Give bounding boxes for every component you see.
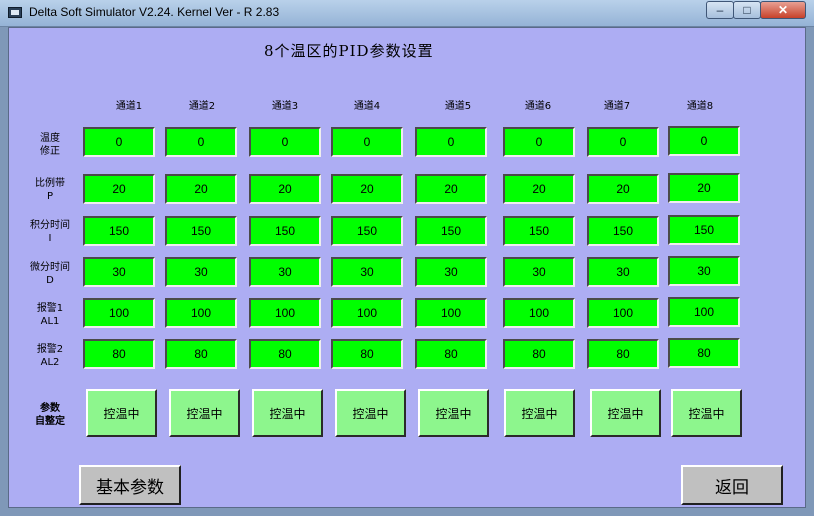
window-title: Delta Soft Simulator V2.24. Kernel Ver -… [29, 5, 280, 19]
row-label-alarm1: 报警1 AL1 [36, 303, 64, 327]
row-label-integral: 积分时间 I [30, 220, 70, 244]
value-cell[interactable]: 150 [165, 216, 237, 246]
value-cell[interactable]: 150 [249, 216, 321, 246]
value-cell[interactable]: 100 [165, 298, 237, 328]
value-cell[interactable]: 100 [587, 298, 659, 328]
value-cell[interactable]: 20 [83, 174, 155, 204]
value-cell[interactable]: 20 [249, 174, 321, 204]
value-cell[interactable]: 80 [249, 339, 321, 369]
value-cell[interactable]: 30 [587, 257, 659, 287]
autotune-button-ch5[interactable]: 控温中 [418, 389, 489, 437]
value-cell[interactable]: 0 [165, 127, 237, 157]
value-cell[interactable]: 100 [249, 298, 321, 328]
column-header-1: 通道1 [115, 101, 143, 112]
value-cell[interactable]: 30 [415, 257, 487, 287]
value-cell[interactable]: 100 [415, 298, 487, 328]
value-cell[interactable]: 80 [587, 339, 659, 369]
value-cell[interactable]: 150 [83, 216, 155, 246]
close-button[interactable]: ✕ [760, 1, 806, 19]
value-cell[interactable]: 20 [165, 174, 237, 204]
value-cell[interactable]: 80 [668, 338, 740, 368]
value-cell[interactable]: 0 [668, 126, 740, 156]
column-header-7: 通道7 [603, 101, 631, 112]
basic-params-button[interactable]: 基本参数 [79, 465, 181, 505]
value-cell[interactable]: 100 [83, 298, 155, 328]
value-cell[interactable]: 0 [503, 127, 575, 157]
column-header-4: 通道4 [353, 101, 381, 112]
value-cell[interactable]: 0 [415, 127, 487, 157]
row-label-proportional: 比例带 P [35, 178, 65, 202]
column-header-6: 通道6 [524, 101, 552, 112]
minimize-button[interactable]: – [706, 1, 734, 19]
value-cell[interactable]: 0 [249, 127, 321, 157]
row-label-alarm2: 报警2 AL2 [36, 344, 64, 368]
value-cell[interactable]: 80 [83, 339, 155, 369]
autotune-button-ch1[interactable]: 控温中 [86, 389, 157, 437]
back-button[interactable]: 返回 [681, 465, 783, 505]
column-header-3: 通道3 [271, 101, 299, 112]
value-cell[interactable]: 80 [331, 339, 403, 369]
row-label-derivative: 微分时间 D [30, 262, 70, 286]
autotune-button-ch7[interactable]: 控温中 [590, 389, 661, 437]
value-cell[interactable]: 0 [331, 127, 403, 157]
autotune-button-ch6[interactable]: 控温中 [504, 389, 575, 437]
value-cell[interactable]: 30 [249, 257, 321, 287]
value-cell[interactable]: 80 [165, 339, 237, 369]
value-cell[interactable]: 30 [165, 257, 237, 287]
row-label-autotune: 参数 自整定 [35, 403, 65, 427]
autotune-button-ch3[interactable]: 控温中 [252, 389, 323, 437]
value-cell[interactable]: 0 [587, 127, 659, 157]
value-cell[interactable]: 150 [587, 216, 659, 246]
autotune-button-ch2[interactable]: 控温中 [169, 389, 240, 437]
row-label-temp-offset: 温度 修正 [40, 133, 60, 157]
value-cell[interactable]: 100 [503, 298, 575, 328]
value-cell[interactable]: 20 [331, 174, 403, 204]
value-cell[interactable]: 150 [503, 216, 575, 246]
value-cell[interactable]: 0 [83, 127, 155, 157]
value-cell[interactable]: 20 [415, 174, 487, 204]
value-cell[interactable]: 30 [331, 257, 403, 287]
value-cell[interactable]: 20 [668, 173, 740, 203]
value-cell[interactable]: 80 [503, 339, 575, 369]
value-cell[interactable]: 30 [503, 257, 575, 287]
maximize-button[interactable]: □ [733, 1, 761, 19]
value-cell[interactable]: 30 [668, 256, 740, 286]
value-cell[interactable]: 20 [503, 174, 575, 204]
value-cell[interactable]: 100 [668, 297, 740, 327]
column-header-5: 通道5 [444, 101, 472, 112]
autotune-button-ch4[interactable]: 控温中 [335, 389, 406, 437]
value-cell[interactable]: 150 [331, 216, 403, 246]
value-cell[interactable]: 30 [83, 257, 155, 287]
client-area: 8个温区的PID参数设置 通道1 通道2 通道3 通道4 通道5 通道6 通道7… [8, 27, 806, 508]
column-header-2: 通道2 [188, 101, 216, 112]
column-header-8: 通道8 [686, 101, 714, 112]
value-cell[interactable]: 100 [331, 298, 403, 328]
page-title: 8个温区的PID参数设置 [264, 42, 434, 60]
app-icon [8, 7, 22, 18]
value-cell[interactable]: 80 [415, 339, 487, 369]
value-cell[interactable]: 20 [587, 174, 659, 204]
value-cell[interactable]: 150 [668, 215, 740, 245]
autotune-button-ch8[interactable]: 控温中 [671, 389, 742, 437]
value-cell[interactable]: 150 [415, 216, 487, 246]
title-bar: Delta Soft Simulator V2.24. Kernel Ver -… [0, 0, 814, 27]
